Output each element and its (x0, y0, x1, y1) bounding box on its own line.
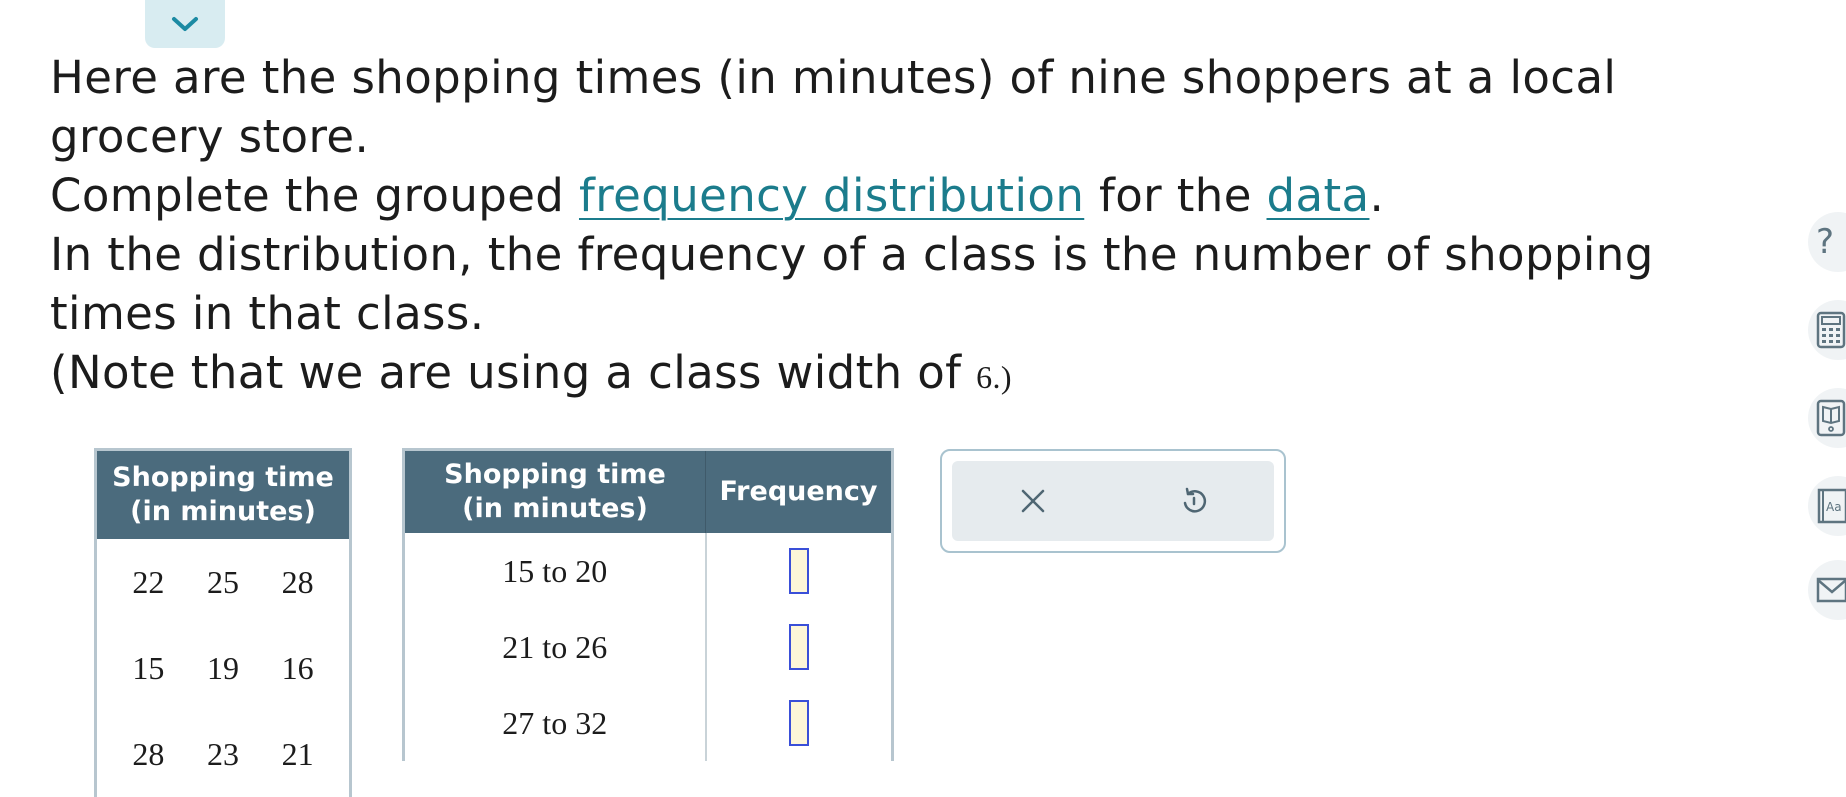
class-to: to (542, 704, 568, 741)
header-line: (in minutes) (130, 496, 316, 527)
prompt-line-1: Here are the shopping times (in minutes)… (50, 51, 1617, 163)
class-to: to (542, 552, 568, 589)
prompt-line-3: In the distribution, the frequency of a … (50, 228, 1654, 340)
class-lower: 15 (502, 552, 535, 589)
chevron-down-icon (172, 17, 198, 31)
side-toolbar: ? Aa (1808, 0, 1846, 756)
data-value: 22 (132, 563, 165, 600)
collapse-button[interactable] (145, 0, 225, 48)
data-value: 25 (206, 563, 239, 600)
class-range: 21 to 26 (403, 609, 707, 685)
data-link[interactable]: data (1267, 169, 1370, 222)
frequency-table: Shopping time (in minutes) Frequency 15 … (402, 448, 894, 761)
class-upper: 20 (575, 552, 608, 589)
table-row: 15 to 20 (403, 533, 893, 609)
raw-data-header: Shopping time (in minutes) (95, 449, 351, 539)
frequency-cell (706, 609, 893, 685)
undo-icon (1183, 487, 1206, 513)
frequency-input[interactable] (788, 548, 809, 594)
message-button[interactable] (1808, 560, 1846, 620)
help-icon: ? (1816, 222, 1835, 262)
glossary-button[interactable]: Aa (1808, 476, 1846, 536)
class-range: 15 to 20 (403, 533, 707, 609)
table-row: 22 25 28 (96, 539, 351, 625)
class-range: 27 to 32 (403, 685, 707, 761)
help-button[interactable]: ? (1808, 212, 1846, 272)
frequency-cell (706, 533, 893, 609)
close-icon (1021, 489, 1044, 513)
frequency-input[interactable] (788, 624, 809, 670)
class-lower: 21 (502, 628, 535, 665)
frequency-cell (706, 685, 893, 761)
problem-prompt: Here are the shopping times (in minutes)… (50, 48, 1750, 407)
answer-actions-bar (952, 461, 1274, 541)
class-upper: 32 (575, 704, 608, 741)
class-to: to (542, 628, 568, 665)
data-value: 19 (206, 649, 239, 686)
data-value: 15 (132, 649, 165, 686)
data-value: 23 (206, 735, 239, 772)
prompt-line-4: (Note that we are using a class width of… (50, 343, 1750, 407)
class-header: Shopping time (in minutes) (403, 449, 706, 533)
prompt-text: Complete the grouped (50, 169, 579, 222)
raw-data-table: Shopping time (in minutes) 22 25 28 15 1… (94, 448, 352, 797)
header-line: Shopping time (444, 459, 666, 490)
class-width-value: 6.) (976, 359, 1012, 395)
table-row: 15 19 16 (96, 625, 351, 711)
class-upper: 26 (575, 628, 608, 665)
frequency-header: Frequency (705, 449, 893, 533)
svg-text:Aa: Aa (1826, 500, 1842, 514)
header-line: (in minutes) (462, 493, 648, 524)
data-value: 28 (281, 563, 314, 600)
prompt-text: (Note that we are using a class width of (50, 346, 977, 399)
mail-icon (1816, 577, 1846, 603)
undo-button[interactable] (1164, 471, 1224, 531)
data-value: 28 (132, 735, 165, 772)
frequency-distribution-link[interactable]: frequency distribution (579, 169, 1084, 222)
prompt-text: . (1369, 169, 1385, 222)
calculator-icon (1816, 311, 1846, 349)
prompt-line-2: Complete the grouped frequency distribut… (50, 166, 1750, 225)
prompt-text: for the (1084, 169, 1267, 222)
header-line: Shopping time (112, 462, 334, 493)
table-row: 27 to 32 (403, 685, 893, 761)
ebook-icon (1816, 399, 1846, 437)
data-value: 21 (281, 735, 314, 772)
ebook-button[interactable] (1808, 388, 1846, 448)
glossary-icon: Aa (1817, 488, 1846, 524)
class-lower: 27 (502, 704, 535, 741)
data-value: 16 (281, 649, 314, 686)
answer-actions (940, 449, 1286, 553)
table-row: 28 23 21 (96, 711, 351, 797)
calculator-button[interactable] (1808, 300, 1846, 360)
clear-button[interactable] (1003, 471, 1063, 531)
table-row: 21 to 26 (403, 609, 893, 685)
frequency-input[interactable] (788, 700, 809, 746)
